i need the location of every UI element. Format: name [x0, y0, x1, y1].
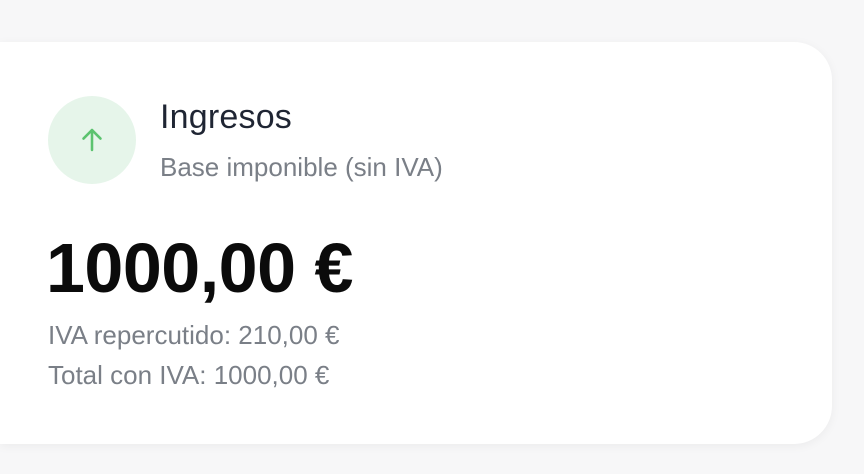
- income-icon-badge: [48, 96, 136, 184]
- arrow-up-icon: [82, 128, 102, 152]
- card-title: Ingresos: [160, 98, 293, 136]
- total-con-iva-line: Total con IVA: 1000,00 €: [48, 360, 330, 390]
- income-summary-card: Ingresos Base imponible (sin IVA) 1000,0…: [0, 42, 832, 444]
- iva-repercutido-line: IVA repercutido: 210,00 €: [48, 320, 340, 350]
- base-amount: 1000,00 €: [46, 229, 353, 307]
- card-subtitle: Base imponible (sin IVA): [160, 152, 443, 182]
